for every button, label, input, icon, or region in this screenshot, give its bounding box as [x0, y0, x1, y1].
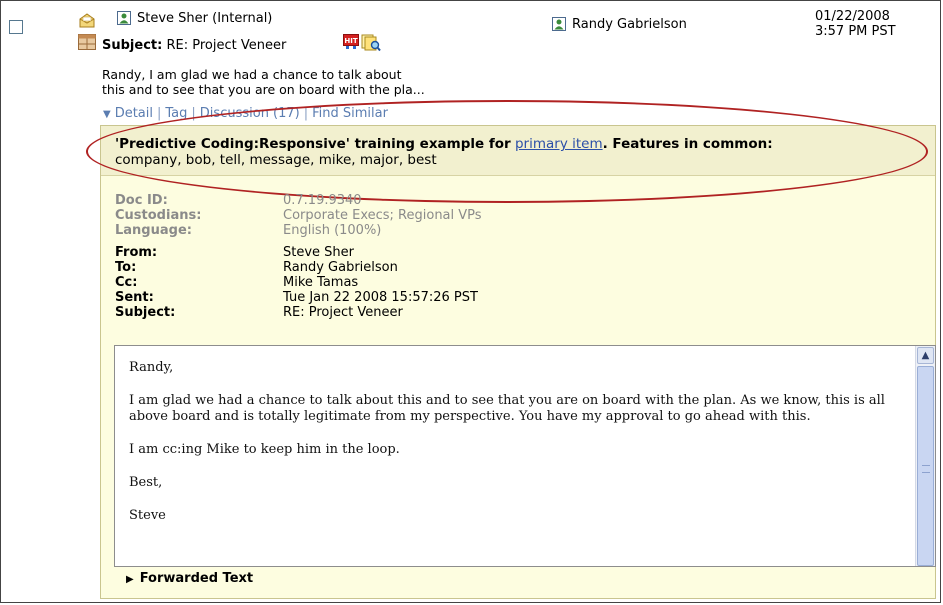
- common-features: company, bob, tell, message, mike, major…: [115, 152, 437, 168]
- find-similar-link[interactable]: Find Similar: [312, 106, 388, 121]
- meta-value: Corporate Execs; Regional VPs: [283, 208, 482, 223]
- time-text: 3:57 PM PST: [815, 24, 896, 39]
- date-text: 01/22/2008: [815, 9, 890, 24]
- tag-link[interactable]: Tag: [165, 106, 187, 121]
- message-date: 01/22/2008 3:57 PM PST: [815, 9, 896, 39]
- scroll-thumb[interactable]: [917, 366, 934, 566]
- recipient-name[interactable]: Randy Gabrielson: [572, 17, 687, 32]
- subject-label: Subject:: [102, 38, 163, 53]
- header-value: Tue Jan 22 2008 15:57:26 PST: [283, 290, 478, 305]
- header-row: Cc: Mike Tamas: [115, 275, 482, 290]
- body-paragraph: I am cc:ing Mike to keep him in the loop…: [129, 442, 400, 457]
- header-row: Sent: Tue Jan 22 2008 15:57:26 PST: [115, 290, 482, 305]
- person-card-icon: [552, 17, 566, 31]
- body-scrollbar[interactable]: ▲: [915, 346, 935, 566]
- table-grid-icon: [78, 34, 96, 54]
- subject-text: RE: Project Veneer: [166, 38, 287, 53]
- header-row: Subject: RE: Project Veneer: [115, 305, 482, 320]
- grip-icon: [922, 465, 930, 473]
- header-key: To:: [115, 260, 137, 275]
- body-paragraph: Steve: [129, 508, 166, 523]
- detail-link[interactable]: Detail: [115, 106, 153, 121]
- message-body: Randy, I am glad we had a chance to talk…: [129, 360, 897, 541]
- header-key: Sent:: [115, 290, 154, 305]
- triangle-down-icon[interactable]: ▼: [103, 109, 111, 120]
- documents-search-icon[interactable]: [361, 34, 381, 56]
- meta-key: Doc ID:: [115, 193, 168, 208]
- message-body-box[interactable]: Randy, I am glad we had a chance to talk…: [114, 345, 936, 567]
- person-card-icon: [117, 11, 131, 25]
- training-example-text: 'Predictive Coding:Responsive' training …: [115, 136, 773, 168]
- forwarded-text-toggle[interactable]: ▶ Forwarded Text: [126, 571, 253, 586]
- link-separator: |: [157, 106, 162, 121]
- link-separator: |: [303, 106, 309, 121]
- hit-badge-icon[interactable]: HIT: [343, 34, 359, 53]
- header-key: Subject:: [115, 305, 176, 320]
- sender-name[interactable]: Steve Sher (Internal): [137, 11, 272, 26]
- forwarded-text-label: Forwarded Text: [139, 571, 254, 586]
- snippet-line: Randy, I am glad we had a chance to talk…: [102, 67, 402, 82]
- body-paragraph: I am glad we had a chance to talk about …: [129, 393, 885, 424]
- triangle-right-icon: ▶: [126, 574, 134, 585]
- document-metadata: Doc ID: 0.7.19.9340 Custodians: Corporat…: [115, 193, 482, 320]
- meta-value: 0.7.19.9340: [283, 193, 362, 208]
- hit-badge-text: HIT: [344, 37, 357, 45]
- header-row: From: Steve Sher: [115, 245, 482, 260]
- header-key: From:: [115, 245, 158, 260]
- primary-item-link[interactable]: primary item: [515, 136, 603, 152]
- header-key: Cc:: [115, 275, 138, 290]
- message-snippet: Randy, I am glad we had a chance to talk…: [102, 67, 502, 97]
- snippet-line: this and to see that you are on board wi…: [102, 82, 425, 97]
- discussion-link[interactable]: Discussion (17): [200, 106, 300, 121]
- link-separator: |: [191, 106, 196, 121]
- header-value: RE: Project Veneer: [283, 305, 403, 320]
- meta-key: Language:: [115, 223, 192, 238]
- header-value: Steve Sher: [283, 245, 355, 260]
- meta-row: Custodians: Corporate Execs; Regional VP…: [115, 208, 482, 223]
- scroll-up-icon[interactable]: ▲: [917, 347, 934, 364]
- subject-line: Subject: RE: Project Veneer: [102, 38, 286, 53]
- header-value: Randy Gabrielson: [283, 260, 398, 275]
- training-prefix: 'Predictive Coding:Responsive' training …: [115, 136, 511, 152]
- select-checkbox[interactable]: [9, 20, 23, 34]
- training-example-band: 'Predictive Coding:Responsive' training …: [101, 126, 935, 176]
- meta-row: Language: English (100%): [115, 223, 482, 238]
- action-links: ▼ Detail | Tag | Discussion (17) | Find Similar: [103, 106, 388, 121]
- body-paragraph: Best,: [129, 475, 163, 490]
- meta-key: Custodians:: [115, 208, 202, 223]
- header-value: Mike Tamas: [283, 275, 359, 290]
- body-paragraph: Randy,: [129, 360, 174, 375]
- envelope-open-icon: [79, 12, 95, 32]
- meta-row: Doc ID: 0.7.19.9340: [115, 193, 482, 208]
- training-suffix: . Features in common:: [602, 136, 773, 152]
- header-row: To: Randy Gabrielson: [115, 260, 482, 275]
- meta-value: English (100%): [283, 223, 382, 238]
